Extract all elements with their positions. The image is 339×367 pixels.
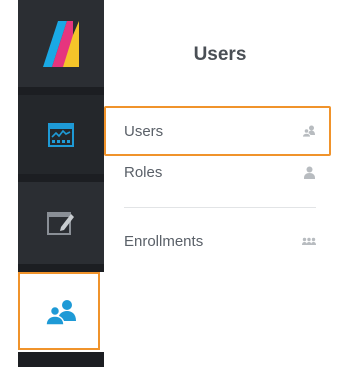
rail-divider <box>18 87 104 95</box>
user-small-icon <box>304 166 315 179</box>
left-rail <box>18 0 104 367</box>
rail-divider <box>18 264 104 272</box>
rail-item-users[interactable] <box>18 272 104 352</box>
menu-item-enrollments[interactable]: Enrollments <box>124 228 316 254</box>
users-small-icon <box>302 125 315 137</box>
group-small-icon <box>302 237 316 245</box>
rail-item-dashboard[interactable] <box>18 95 104 174</box>
menu-item-roles[interactable]: Roles <box>124 159 316 185</box>
panel-title: Users <box>193 44 247 65</box>
dashboard-icon <box>48 122 74 147</box>
menu-item-label: Users <box>124 122 164 140</box>
logo[interactable] <box>18 0 104 87</box>
rail-item-editor[interactable] <box>18 182 104 264</box>
users-icon <box>45 300 76 325</box>
rail-divider <box>18 352 104 367</box>
menu-item-users[interactable]: Users <box>124 118 316 144</box>
rail-divider <box>18 174 104 182</box>
users-panel: Users Users Roles Enrollments <box>104 0 339 367</box>
logo-icon <box>43 20 79 67</box>
menu-divider <box>124 207 316 208</box>
menu-item-label: Roles <box>124 163 163 181</box>
edit-window-icon <box>47 212 74 235</box>
menu-item-label: Enrollments <box>124 232 204 250</box>
